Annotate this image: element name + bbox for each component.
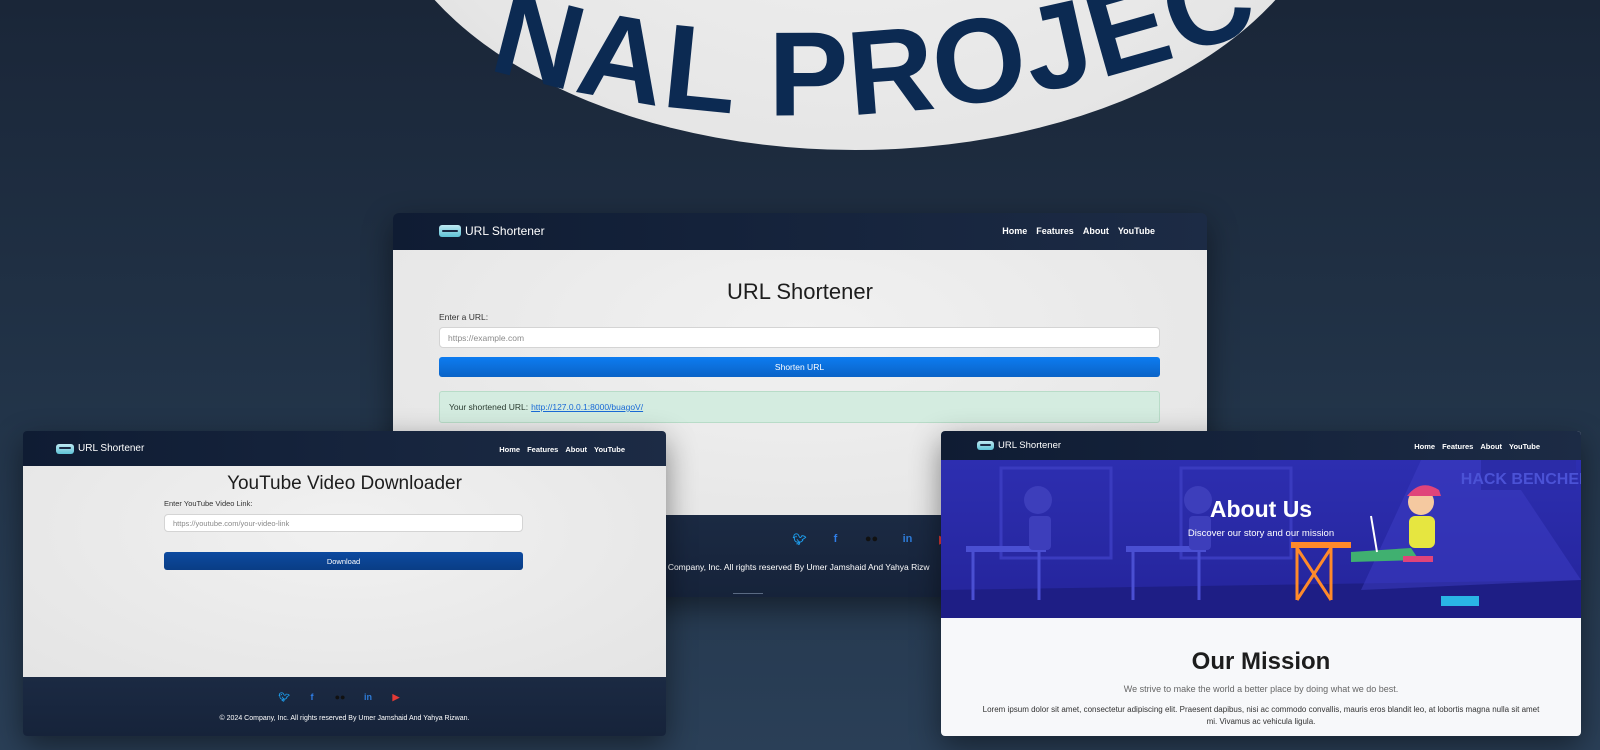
nav-link-features[interactable]: Features — [527, 445, 558, 454]
nav-link-features[interactable]: Features — [1036, 226, 1074, 236]
link-logo-icon — [977, 441, 994, 450]
youtube-downloader-window: URL Shortener Home Features About YouTub… — [23, 431, 666, 736]
hack-benchers-poster: HACK BENCHERS — [1461, 471, 1581, 488]
download-button[interactable]: Download — [164, 552, 523, 570]
navbar-brand[interactable]: URL Shortener — [977, 440, 1061, 451]
nav-link-about[interactable]: About — [565, 445, 587, 454]
banner-title: FINAL PROJECT — [0, 0, 1272, 142]
youtube-link-input[interactable]: https://youtube.com/your-video-link — [164, 514, 523, 532]
linkedin-icon[interactable]: in — [354, 692, 382, 703]
nav-link-youtube[interactable]: YouTube — [1509, 442, 1540, 451]
nav-links: Home Features About YouTube — [1002, 226, 1155, 236]
twitter-icon[interactable]: 🐦︎ — [782, 533, 818, 546]
linkedin-icon[interactable]: in — [890, 533, 926, 546]
navbar-brand[interactable]: URL Shortener — [439, 224, 545, 238]
hero-illustration: HACK BENCHERS — [941, 460, 1581, 618]
navbar-brand[interactable]: URL Shortener — [56, 443, 144, 454]
about-us-window: URL Shortener Home Features About YouTub… — [941, 431, 1581, 736]
nav-link-features[interactable]: Features — [1442, 442, 1473, 451]
nav-link-home[interactable]: Home — [1414, 442, 1435, 451]
svg-text:FINAL PROJECT: FINAL PROJECT — [0, 0, 1272, 142]
nav-link-home[interactable]: Home — [499, 445, 520, 454]
nav-link-about[interactable]: About — [1480, 442, 1502, 451]
mission-heading: Our Mission — [1191, 648, 1331, 675]
footer-divider — [733, 593, 763, 594]
flickr-icon[interactable]: ●● — [326, 692, 354, 703]
nav-links: Home Features About YouTube — [1414, 442, 1540, 451]
navbar: URL Shortener Home Features About YouTub… — [393, 213, 1207, 250]
url-input[interactable]: https://example.com — [439, 327, 1160, 348]
nav-link-youtube[interactable]: YouTube — [594, 445, 625, 454]
facebook-icon[interactable]: f — [818, 533, 854, 546]
link-logo-icon — [56, 443, 74, 454]
navbar: URL Shortener Home Features About YouTub… — [23, 431, 666, 466]
shorten-url-button[interactable]: Shorten URL — [439, 357, 1160, 377]
nav-link-about[interactable]: About — [1083, 226, 1109, 236]
about-hero-banner: HACK BENCHERS — [941, 460, 1581, 618]
nav-link-home[interactable]: Home — [1002, 226, 1027, 236]
url-input-label: Enter a URL: — [439, 312, 489, 322]
flickr-icon[interactable]: ●● — [854, 533, 890, 546]
youtube-link-label: Enter YouTube Video Link: — [164, 499, 253, 508]
hero-subtitle: Discover our story and our mission — [1187, 528, 1335, 539]
footer: 🐦︎ f ●● in ▶ © 2024 Company, Inc. All ri… — [23, 677, 666, 736]
link-logo-icon — [439, 225, 461, 237]
nav-link-youtube[interactable]: YouTube — [1118, 226, 1155, 236]
hero-title: About Us — [1209, 496, 1313, 522]
brand-name: URL Shortener — [998, 440, 1062, 451]
twitter-icon[interactable]: 🐦︎ — [270, 692, 298, 703]
page-title: YouTube Video Downloader — [227, 473, 462, 494]
brand-name: URL Shortener — [78, 443, 145, 454]
page-title: URL Shortener — [727, 279, 873, 304]
copyright-text: © 2024 Company, Inc. All rights reserved… — [219, 715, 470, 722]
social-links: 🐦︎ f ●● in ▶ — [270, 692, 410, 703]
mission-body: Lorem ipsum dolor sit amet, consectetur … — [982, 705, 1540, 726]
shortened-url-link[interactable]: http://127.0.0.1:8000/buagoV/ — [531, 402, 643, 412]
navbar: URL Shortener Home Features About YouTub… — [941, 431, 1581, 460]
mission-subtitle: We strive to make the world a better pla… — [1123, 684, 1399, 694]
result-prefix: Your shortened URL: — [449, 402, 529, 412]
brand-name: URL Shortener — [465, 224, 545, 238]
copyright-text: 24 Company, Inc. All rights reserved By … — [656, 562, 930, 572]
nav-links: Home Features About YouTube — [499, 445, 625, 454]
facebook-icon[interactable]: f — [298, 692, 326, 703]
youtube-icon[interactable]: ▶ — [382, 692, 410, 703]
main-content — [23, 466, 666, 677]
result-alert: Your shortened URL: http://127.0.0.1:800… — [439, 391, 1160, 423]
